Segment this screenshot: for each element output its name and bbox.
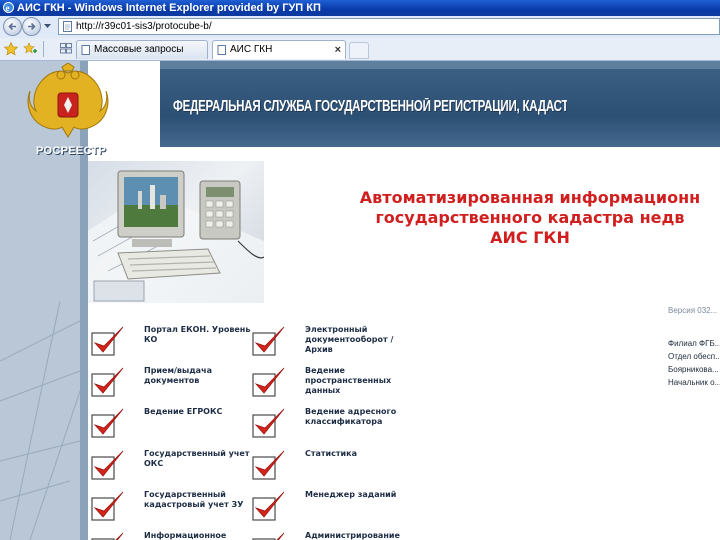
history-dropdown-icon[interactable] bbox=[43, 21, 52, 31]
tab-ais-gkn[interactable]: АИС ГКН × bbox=[212, 40, 346, 59]
menu-item-information[interactable]: Информационное bbox=[89, 531, 239, 540]
info-line: Боярникова... bbox=[668, 365, 719, 374]
menu-item-address-classifier[interactable]: Ведение адресного классификатора bbox=[250, 407, 400, 443]
info-line: Начальник о... bbox=[668, 378, 720, 387]
red-checkmark-icon bbox=[252, 367, 285, 397]
page-content: ФЕДЕРАЛЬНАЯ СЛУЖБА ГОСУДАРСТВЕННОЙ РЕГИС… bbox=[0, 61, 720, 540]
page-icon bbox=[217, 45, 226, 55]
menu-item-land-cadastral[interactable]: Государственный кадастровый учет ЗУ bbox=[89, 490, 243, 526]
system-title-line1: Автоматизированная информационн bbox=[359, 188, 701, 207]
menu-item-portal-ekon[interactable]: Портал ЕКОН. Уровень КО bbox=[89, 325, 250, 361]
menu-item-task-manager[interactable]: Менеджер заданий bbox=[250, 490, 400, 526]
menu-item-label: Ведение ЕГРОКС bbox=[144, 407, 223, 416]
agency-title: ФЕДЕРАЛЬНАЯ СЛУЖБА ГОСУДАРСТВЕННОЙ РЕГИС… bbox=[173, 98, 567, 115]
tab-separator bbox=[43, 41, 44, 57]
close-tab-icon[interactable]: × bbox=[335, 41, 341, 59]
info-line: Филиал ФГБ... bbox=[668, 339, 720, 348]
back-button[interactable] bbox=[3, 17, 22, 36]
menu-item-egroks[interactable]: Ведение ЕГРОКС bbox=[89, 407, 239, 443]
menu-item-label: Прием/выдача документов bbox=[144, 366, 212, 385]
red-checkmark-icon bbox=[91, 408, 124, 438]
red-checkmark-icon bbox=[91, 532, 124, 540]
forward-arrow-icon bbox=[28, 22, 36, 31]
red-checkmark-icon bbox=[91, 367, 124, 397]
tab-grid-icon[interactable] bbox=[60, 43, 72, 54]
menu-item-label: Электронный документооборот / Архив bbox=[305, 325, 394, 354]
system-title-line3: АИС ГКН bbox=[490, 228, 570, 247]
menu-item-label: Государственный кадастровый учет ЗУ bbox=[144, 490, 244, 509]
header-top-strip bbox=[160, 61, 720, 69]
menu-item-label: Портал ЕКОН. Уровень КО bbox=[144, 325, 251, 344]
menu-item-oks-registration[interactable]: Государственный учет ОКС bbox=[89, 449, 249, 485]
window-title: АИС ГКН - Windows Internet Explorer prov… bbox=[17, 2, 321, 14]
menu-item-label: Администрирование bbox=[305, 531, 400, 540]
address-bar bbox=[0, 16, 720, 39]
page-icon bbox=[63, 21, 72, 32]
tab-label: Массовые запросы bbox=[94, 44, 184, 55]
url-field[interactable] bbox=[58, 18, 720, 35]
organization-info: Филиал ФГБ... Отдел обесп... Боярникова.… bbox=[668, 337, 720, 389]
red-checkmark-icon bbox=[252, 491, 285, 521]
menu-item-label: Ведение адресного классификатора bbox=[305, 407, 397, 426]
page-icon bbox=[81, 45, 90, 55]
version-label: Версия 032... bbox=[668, 306, 718, 315]
info-line: Отдел обесп... bbox=[668, 352, 720, 361]
back-arrow-icon bbox=[8, 22, 16, 31]
logo-text: РОСРЕЕСТР bbox=[36, 145, 107, 157]
computer-photo bbox=[88, 161, 264, 303]
svg-text:e: e bbox=[6, 3, 10, 13]
system-title-line2: государственного кадастра недв bbox=[375, 208, 685, 227]
ie-icon: e bbox=[3, 2, 14, 13]
tab-label: АИС ГКН bbox=[230, 44, 273, 55]
new-tab-button[interactable] bbox=[349, 42, 369, 59]
forward-button[interactable] bbox=[22, 17, 41, 36]
favorites-star-icon[interactable] bbox=[3, 41, 19, 57]
menu-item-statistics[interactable]: Статистика bbox=[250, 449, 400, 485]
url-input[interactable] bbox=[76, 19, 676, 34]
red-checkmark-icon bbox=[91, 326, 124, 356]
add-favorites-icon[interactable] bbox=[22, 41, 38, 57]
menu-item-intake-issue[interactable]: Прием/выдача документов bbox=[89, 366, 239, 402]
window-titlebar: e АИС ГКН - Windows Internet Explorer pr… bbox=[0, 0, 720, 16]
tab-bar: Массовые запросы АИС ГКН × bbox=[0, 38, 720, 61]
menu-item-label: Статистика bbox=[305, 449, 357, 458]
menu-item-edoc-archive[interactable]: Электронный документооборот / Архив bbox=[250, 325, 400, 361]
menu-item-label: Менеджер заданий bbox=[305, 490, 397, 499]
red-checkmark-icon bbox=[252, 532, 285, 540]
menu-item-spatial-data[interactable]: Ведение пространственных данных bbox=[250, 366, 400, 402]
menu-item-label: Ведение пространственных данных bbox=[305, 366, 392, 395]
red-checkmark-icon bbox=[252, 408, 285, 438]
tab-mass-requests[interactable]: Массовые запросы bbox=[76, 40, 208, 59]
red-checkmark-icon bbox=[91, 491, 124, 521]
menu-item-administration[interactable]: Администрирование bbox=[250, 531, 400, 540]
red-checkmark-icon bbox=[252, 326, 285, 356]
red-checkmark-icon bbox=[252, 450, 285, 480]
red-checkmark-icon bbox=[91, 450, 124, 480]
system-title: Автоматизированная информационн государс… bbox=[340, 188, 720, 248]
menu-item-label: Государственный учет ОКС bbox=[144, 449, 250, 468]
menu-item-label: Информационное bbox=[144, 531, 227, 540]
